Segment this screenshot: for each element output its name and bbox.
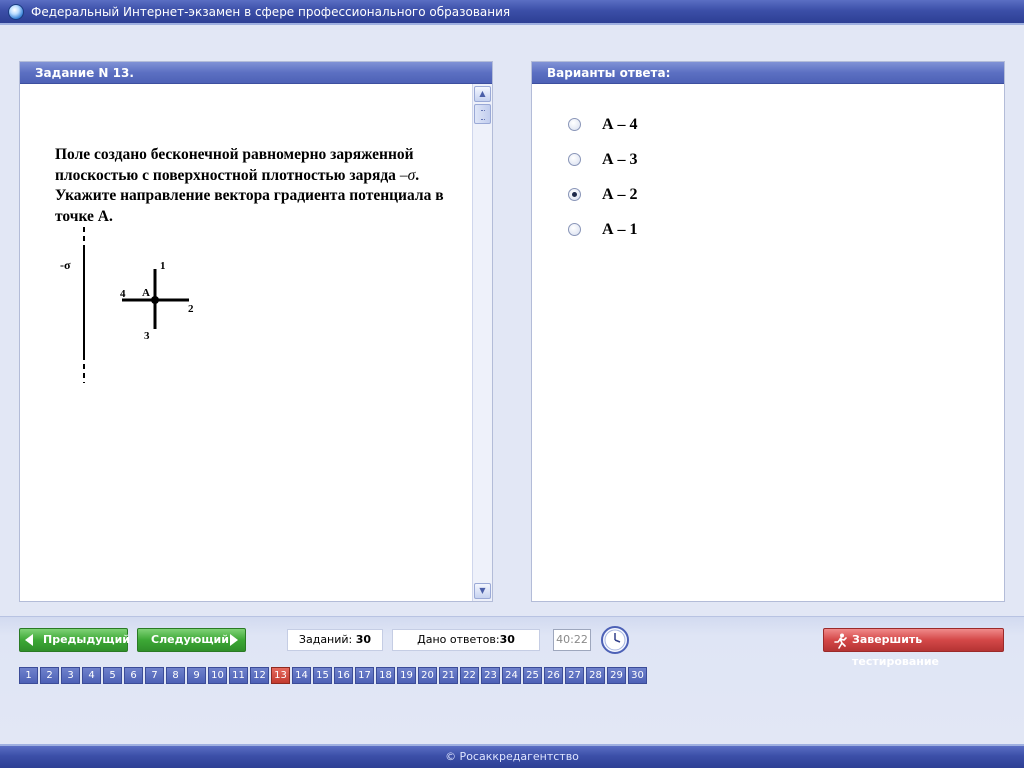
page-button-17[interactable]: 17 — [355, 667, 374, 684]
page-button-26[interactable]: 26 — [544, 667, 563, 684]
page-button-27[interactable]: 27 — [565, 667, 584, 684]
answer-option-4[interactable]: А – 1 — [568, 220, 768, 240]
tasks-label: Заданий: — [298, 633, 353, 646]
page-button-21[interactable]: 21 — [439, 667, 458, 684]
tasks-count: 30 — [355, 633, 372, 646]
next-button-label: Следующий — [151, 633, 229, 646]
task-header: Задание N 13. — [20, 62, 492, 84]
page-button-11[interactable]: 11 — [229, 667, 248, 684]
page-button-18[interactable]: 18 — [376, 667, 395, 684]
page-button-1[interactable]: 1 — [19, 667, 38, 684]
scroll-up-button[interactable]: ▲ — [474, 86, 491, 102]
question-part-1: Поле создано бесконечной равномерно заря… — [55, 146, 414, 184]
page-button-3[interactable]: 3 — [61, 667, 80, 684]
previous-button[interactable]: Предыдущий — [19, 628, 131, 652]
direction-1-label: 1 — [160, 260, 166, 272]
scroll-thumb[interactable] — [474, 104, 491, 124]
direction-3-label: 3 — [144, 330, 150, 342]
page-button-16[interactable]: 16 — [334, 667, 353, 684]
page-button-6[interactable]: 6 — [124, 667, 143, 684]
page-button-13[interactable]: 13 — [271, 667, 290, 684]
page-button-22[interactable]: 22 — [460, 667, 479, 684]
page-button-10[interactable]: 10 — [208, 667, 227, 684]
app-logo-icon — [8, 4, 24, 20]
page-button-4[interactable]: 4 — [82, 667, 101, 684]
answer-label-3: А – 2 — [602, 186, 638, 203]
point-label: А — [142, 287, 150, 299]
answer-option-3[interactable]: А – 2 — [568, 185, 768, 205]
page-button-24[interactable]: 24 — [502, 667, 521, 684]
answer-radio-4[interactable] — [568, 223, 581, 236]
next-button[interactable]: Следующий — [137, 628, 246, 652]
page-button-12[interactable]: 12 — [250, 667, 269, 684]
page-button-29[interactable]: 29 — [607, 667, 626, 684]
task-panel: Задание N 13. ▲ ▼ Поле создано бесконечн… — [19, 61, 493, 602]
arrow-right-icon — [230, 634, 238, 646]
page-button-14[interactable]: 14 — [292, 667, 311, 684]
answered-count: 30 — [499, 633, 515, 646]
page-button-19[interactable]: 19 — [397, 667, 416, 684]
answered-count-box: Дано ответов:30 — [392, 629, 540, 651]
footer: © Росаккредагентство — [0, 744, 1024, 768]
field-diagram: -σ А 1 2 3 4 — [60, 227, 194, 383]
point-a — [151, 296, 159, 304]
answer-label-2: А – 3 — [602, 151, 638, 168]
page-button-15[interactable]: 15 — [313, 667, 332, 684]
answer-radio-2[interactable] — [568, 153, 581, 166]
question-text: Поле создано бесконечной равномерно заря… — [55, 145, 455, 227]
page-button-25[interactable]: 25 — [523, 667, 542, 684]
answer-radio-1[interactable] — [568, 118, 581, 131]
plane-label: -σ — [60, 258, 71, 272]
clock-icon — [601, 626, 629, 654]
direction-4-label: 4 — [120, 288, 126, 300]
charge-symbol: –σ — [399, 166, 416, 184]
page-button-28[interactable]: 28 — [586, 667, 605, 684]
page-button-7[interactable]: 7 — [145, 667, 164, 684]
page-button-5[interactable]: 5 — [103, 667, 122, 684]
page-button-8[interactable]: 8 — [166, 667, 185, 684]
page-button-20[interactable]: 20 — [418, 667, 437, 684]
runner-icon — [834, 633, 847, 649]
arrow-left-icon — [25, 634, 33, 646]
title-bar: Федеральный Интернет-экзамен в сфере про… — [0, 0, 1024, 25]
answer-label-1: А – 4 — [602, 116, 638, 133]
answer-radio-3[interactable] — [568, 188, 581, 201]
answer-panel: Варианты ответа: А – 4 А – 3 А – 2 А – 1 — [531, 61, 1005, 602]
finish-test-button[interactable]: Завершить тестирование — [823, 628, 1004, 668]
timer-display: 40:22 — [553, 629, 591, 651]
previous-button-label: Предыдущий — [43, 633, 131, 646]
page-button-9[interactable]: 9 — [187, 667, 206, 684]
page-button-23[interactable]: 23 — [481, 667, 500, 684]
page-button-30[interactable]: 30 — [628, 667, 647, 684]
direction-2-label: 2 — [188, 303, 194, 315]
page-button-2[interactable]: 2 — [40, 667, 59, 684]
finish-test-label: Завершить тестирование — [852, 633, 940, 668]
answer-option-2[interactable]: А – 3 — [568, 150, 768, 170]
tasks-count-box: Заданий: 30 — [287, 629, 383, 651]
window-title: Федеральный Интернет-экзамен в сфере про… — [31, 5, 511, 19]
footer-copyright: © Росаккредагентство — [445, 750, 579, 763]
answers-header: Варианты ответа: — [532, 62, 1004, 84]
answer-option-1[interactable]: А – 4 — [568, 115, 768, 135]
task-scrollbar[interactable]: ▲ ▼ — [472, 84, 492, 601]
scroll-down-button[interactable]: ▼ — [474, 583, 491, 599]
answer-label-4: А – 1 — [602, 221, 638, 238]
answered-label: Дано ответов: — [417, 633, 500, 646]
